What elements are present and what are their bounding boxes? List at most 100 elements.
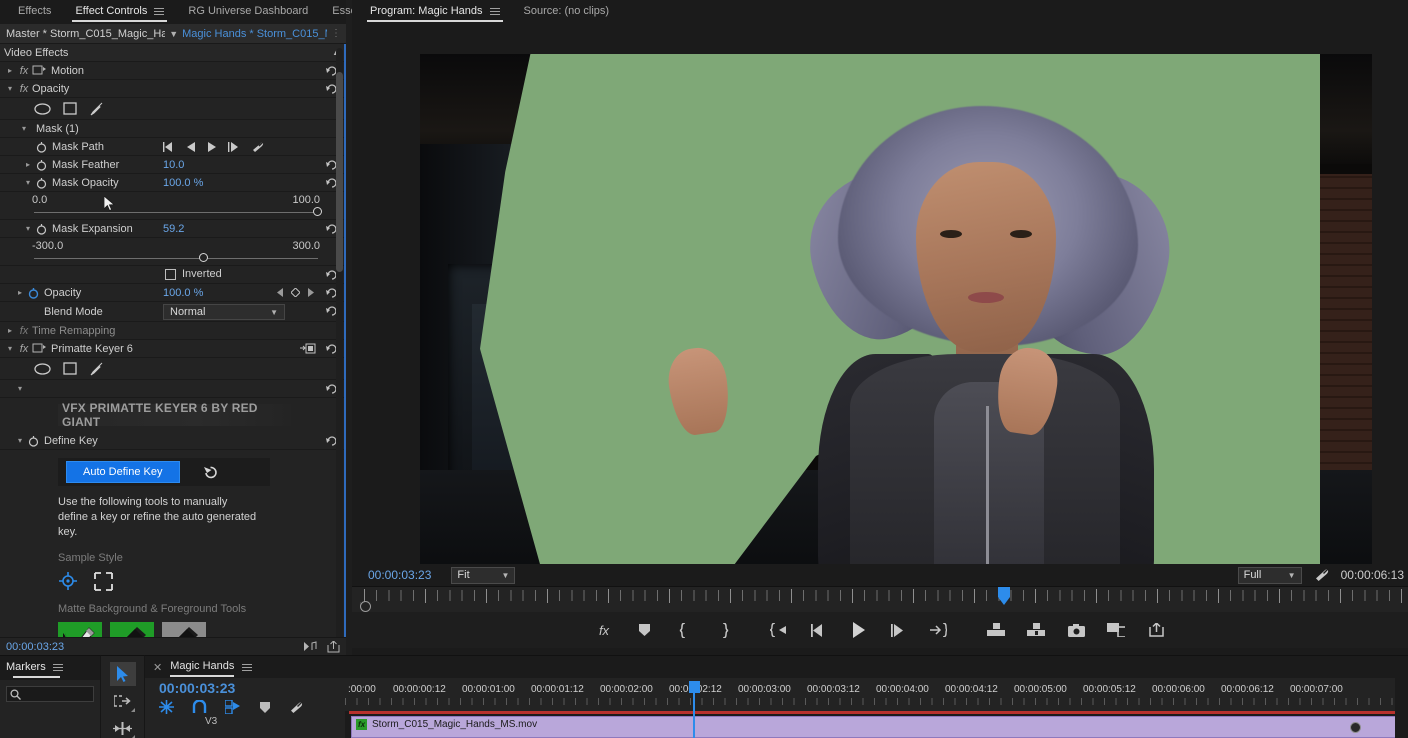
mask-expansion-row[interactable]: Mask Expansion 59.2: [0, 220, 346, 238]
blend-mode-select[interactable]: Normal ▼: [163, 304, 285, 320]
opacity-param-row[interactable]: Opacity 100.0 %: [0, 284, 346, 302]
chevron-down-icon[interactable]: ▼: [169, 29, 178, 39]
next-keyframe-icon[interactable]: [228, 141, 240, 152]
marker-icon[interactable]: [635, 621, 653, 639]
panel-menu-icon[interactable]: [52, 663, 63, 671]
panel-resize-grip[interactable]: ⋮: [331, 28, 344, 39]
disclosure-triangle-icon[interactable]: [4, 326, 16, 335]
comparison-view-icon[interactable]: [1107, 621, 1125, 639]
blend-mode-row[interactable]: Blend Mode Normal ▼: [0, 302, 346, 322]
opacity-param-value[interactable]: 100.0 %: [163, 287, 203, 299]
slider-knob[interactable]: [313, 207, 322, 216]
export-icon[interactable]: [1147, 621, 1165, 639]
tab-source[interactable]: Source: (no clips): [512, 1, 622, 23]
panel-menu-icon[interactable]: [489, 7, 500, 15]
slider-knob[interactable]: [199, 253, 208, 262]
disclosure-triangle-icon[interactable]: [4, 344, 16, 353]
track-select-forward-tool[interactable]: [110, 689, 136, 713]
playback-resolution-select[interactable]: Full ▼: [1237, 566, 1302, 584]
program-monitor-stage[interactable]: [352, 24, 1408, 590]
scrubber-playhead[interactable]: [997, 587, 1011, 605]
inverted-row[interactable]: Inverted: [0, 266, 346, 284]
selection-tool[interactable]: [109, 662, 136, 686]
mask-opacity-row[interactable]: Mask Opacity 100.0 %: [0, 174, 346, 192]
define-key-row[interactable]: Define Key: [0, 432, 346, 450]
effect-row-motion[interactable]: fx Motion: [0, 62, 346, 80]
zoom-level-select[interactable]: Fit ▼: [451, 566, 516, 584]
mask-expansion-value[interactable]: 59.2: [163, 223, 184, 235]
render-bar[interactable]: [349, 711, 1400, 714]
mask-expansion-slider[interactable]: -300.0 300.0: [0, 238, 346, 266]
timeline-track-v3[interactable]: fx Storm_C015_Magic_Hands_MS.mov: [345, 711, 1408, 738]
stopwatch-icon[interactable]: [34, 141, 48, 153]
marker-icon[interactable]: [259, 701, 271, 714]
tab-rg-universe-dashboard[interactable]: RG Universe Dashboard: [176, 1, 320, 23]
stopwatch-icon[interactable]: [26, 435, 40, 447]
settings-wrench-icon[interactable]: [251, 141, 264, 153]
linked-selection-icon[interactable]: [192, 700, 207, 714]
tab-program-magic-hands[interactable]: Program: Magic Hands: [358, 1, 512, 23]
timeline-vertical-scrollbar[interactable]: [1395, 678, 1408, 738]
effect-row-primatte-keyer[interactable]: fx Primatte Keyer 6: [0, 340, 346, 358]
play-audio-icon[interactable]: [304, 640, 317, 652]
go-to-out-icon[interactable]: [929, 621, 947, 639]
disclosure-triangle-icon[interactable]: [22, 224, 34, 233]
disclosure-triangle-icon[interactable]: [14, 384, 26, 393]
disclosure-triangle-icon[interactable]: [14, 288, 26, 297]
timeline-playhead-timecode[interactable]: 00:00:03:23: [159, 680, 235, 696]
mask-feather-value[interactable]: 10.0: [163, 159, 184, 171]
previous-keyframe-icon[interactable]: [277, 288, 284, 297]
disclosure-triangle-icon[interactable]: [4, 84, 16, 93]
disclosure-triangle-icon[interactable]: [22, 178, 34, 187]
export-frame-icon[interactable]: [327, 640, 340, 653]
tab-timeline-label[interactable]: Magic Hands: [170, 660, 235, 677]
extract-icon[interactable]: [1027, 621, 1045, 639]
ellipse-mask-icon[interactable]: [34, 102, 51, 115]
stopwatch-icon[interactable]: [34, 223, 48, 235]
program-monitor-scrubber[interactable]: [352, 586, 1408, 612]
stopwatch-icon-active[interactable]: [26, 287, 40, 299]
mask-opacity-value[interactable]: 100.0 %: [163, 177, 203, 189]
effect-controls-timecode[interactable]: 00:00:03:23: [6, 641, 64, 653]
video-frame[interactable]: [420, 54, 1372, 590]
fx-icon[interactable]: fx: [16, 343, 32, 355]
step-back-icon[interactable]: [186, 141, 196, 152]
sample-point-icon[interactable]: [58, 571, 78, 591]
rectangle-mask-icon[interactable]: [63, 102, 77, 115]
pen-mask-icon[interactable]: [89, 362, 104, 376]
go-to-in-icon[interactable]: [769, 621, 787, 639]
timeline-ruler[interactable]: :00:00 00:00:00:12 00:00:01:00 00:00:01:…: [345, 684, 1408, 706]
scrollbar-thumb[interactable]: [336, 72, 343, 272]
disclosure-triangle-icon[interactable]: [22, 160, 34, 169]
stopwatch-icon[interactable]: [34, 177, 48, 189]
timeline-playhead[interactable]: [693, 682, 695, 738]
effect-badge-icon[interactable]: [300, 343, 316, 357]
sample-rectangle-icon[interactable]: [94, 571, 113, 591]
stopwatch-icon[interactable]: [34, 159, 48, 171]
rectangle-mask-icon[interactable]: [63, 362, 77, 375]
fx-icon[interactable]: fx: [595, 621, 613, 639]
mask-path-row[interactable]: Mask Path: [0, 138, 346, 156]
timeline-clip[interactable]: fx Storm_C015_Magic_Hands_MS.mov: [351, 716, 1400, 738]
lift-icon[interactable]: [987, 621, 1005, 639]
next-keyframe-icon[interactable]: [307, 288, 314, 297]
mark-in-icon[interactable]: [675, 621, 693, 639]
inverted-checkbox[interactable]: [165, 269, 176, 280]
timeline-zoom-handle[interactable]: [1350, 722, 1361, 733]
settings-wrench-icon[interactable]: [1314, 568, 1329, 582]
tab-effects[interactable]: Effects: [6, 1, 63, 23]
fx-icon[interactable]: fx: [16, 83, 32, 95]
ripple-edit-tool[interactable]: [110, 716, 136, 738]
tab-markers[interactable]: Markers: [4, 657, 69, 679]
export-frame-icon[interactable]: [1067, 621, 1085, 639]
panel-menu-icon[interactable]: [154, 7, 165, 15]
scrubber-start-handle[interactable]: [360, 601, 371, 612]
snap-icon[interactable]: [159, 700, 174, 714]
insert-overwrite-icon[interactable]: [225, 700, 241, 714]
primatte-group-row[interactable]: [0, 380, 346, 398]
add-keyframe-icon[interactable]: [291, 288, 300, 297]
tab-effect-controls[interactable]: Effect Controls: [63, 1, 176, 23]
disclosure-triangle-icon[interactable]: [14, 436, 26, 445]
time-remapping-row[interactable]: fx Time Remapping: [0, 322, 346, 340]
mask-opacity-slider[interactable]: 0.0 100.0: [0, 192, 346, 220]
